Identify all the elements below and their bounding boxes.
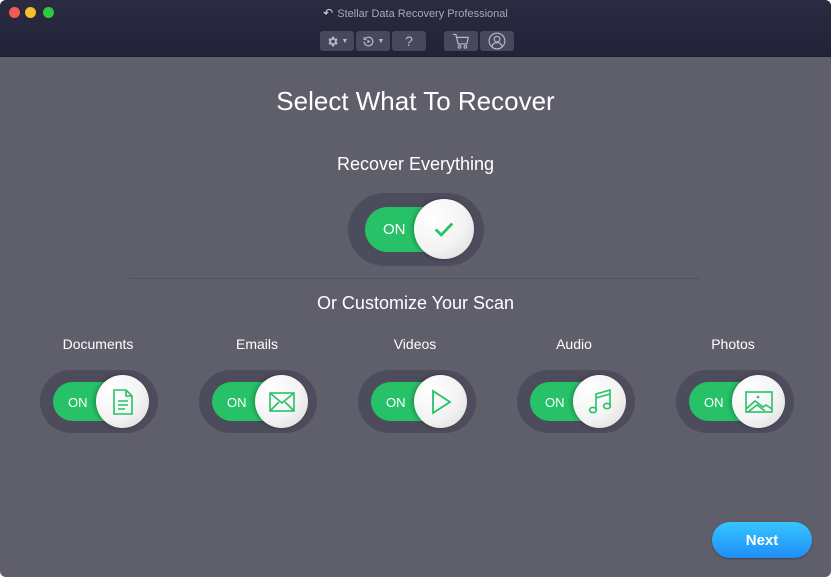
window-title: ↶ Stellar Data Recovery Professional: [0, 6, 831, 20]
toggle-state-label: ON: [68, 395, 88, 410]
play-icon: [431, 388, 452, 415]
customize-scan-title: Or Customize Your Scan: [316, 293, 515, 313]
toggle-knob[interactable]: [573, 375, 626, 428]
cart-button[interactable]: [444, 31, 478, 51]
resume-recovery-icon: [363, 36, 373, 46]
category-label-videos: Videos: [393, 336, 437, 352]
next-button[interactable]: Next: [712, 522, 812, 558]
window-title-text: Stellar Data Recovery Professional: [337, 8, 508, 20]
toggle-state-label: ON: [704, 395, 724, 410]
title-bar: ↶ Stellar Data Recovery Professional ▼ ▼ …: [0, 0, 831, 57]
toggle-state-label: ON: [383, 221, 406, 238]
section-divider: [130, 278, 700, 279]
toggle-knob[interactable]: [414, 375, 467, 428]
cart-icon: [453, 33, 469, 49]
app-window: ↶ Stellar Data Recovery Professional ▼ ▼ …: [0, 0, 831, 577]
documents-toggle[interactable]: ON: [40, 370, 158, 433]
toggle-knob[interactable]: [96, 375, 149, 428]
recover-everything-label: Recover Everything: [336, 154, 495, 174]
settings-button[interactable]: ▼: [320, 31, 354, 51]
category-label-emails: Emails: [235, 336, 278, 352]
gear-icon: [327, 36, 338, 46]
history-button[interactable]: ▼: [356, 31, 390, 51]
help-button[interactable]: ?: [392, 31, 426, 51]
category-label-documents: Documents: [62, 336, 134, 352]
email-icon: [268, 391, 295, 412]
image-icon: [744, 390, 773, 413]
toggle-state-label: ON: [545, 395, 565, 410]
user-icon: [488, 32, 506, 50]
recover-everything-toggle[interactable]: ON: [348, 193, 484, 266]
page-title: Select What To Recover: [276, 86, 555, 116]
emails-toggle[interactable]: ON: [199, 370, 317, 433]
toggle-knob[interactable]: [414, 199, 474, 259]
chevron-down-icon: ▼: [341, 37, 349, 45]
question-icon: ?: [405, 33, 413, 49]
toggle-state-label: ON: [227, 395, 247, 410]
toggle-state-label: ON: [386, 395, 406, 410]
toggle-knob[interactable]: [255, 375, 308, 428]
category-label-audio: Audio: [556, 336, 592, 352]
account-button[interactable]: [480, 31, 514, 51]
document-icon: [112, 388, 133, 415]
videos-toggle[interactable]: ON: [358, 370, 476, 433]
toggle-knob[interactable]: [732, 375, 785, 428]
audio-toggle[interactable]: ON: [517, 370, 635, 433]
checkmark-icon: [434, 222, 454, 237]
chevron-down-icon: ▼: [377, 37, 385, 45]
music-note-icon: [588, 388, 611, 413]
photos-toggle[interactable]: ON: [676, 370, 794, 433]
back-arrow-icon: ↶: [323, 6, 334, 20]
category-label-photos: Photos: [711, 336, 755, 352]
